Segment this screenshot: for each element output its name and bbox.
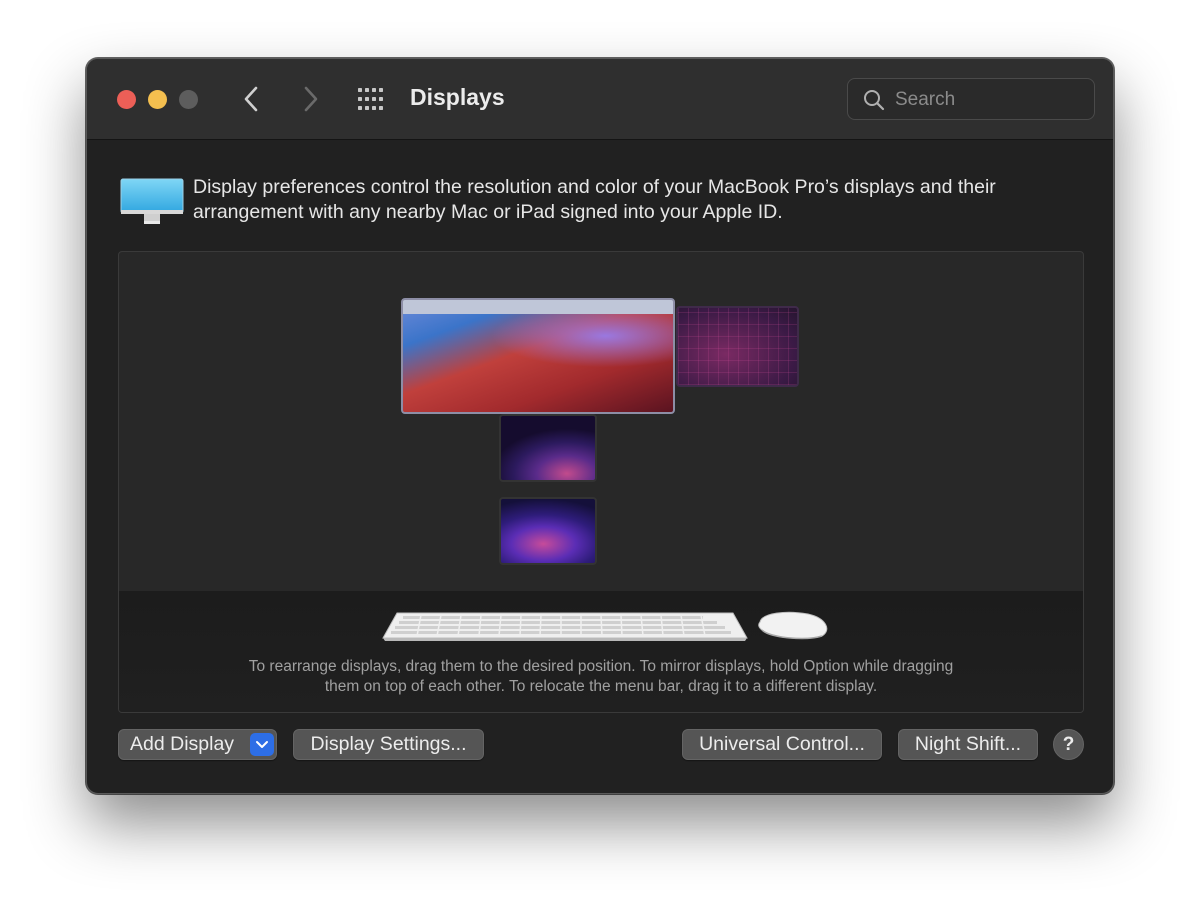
close-button[interactable] — [117, 90, 136, 109]
add-display-button[interactable]: Add Display — [118, 729, 277, 760]
main-display[interactable] — [401, 298, 675, 414]
night-shift-button[interactable]: Night Shift... — [898, 729, 1038, 760]
show-all-button[interactable] — [357, 87, 387, 111]
keyboard-icon — [382, 612, 748, 641]
add-display-label: Add Display — [130, 733, 235, 755]
search-input[interactable] — [893, 87, 1087, 113]
title-bar: Displays — [87, 59, 1113, 140]
show-all-grid-icon — [358, 88, 383, 110]
display-settings-button[interactable]: Display Settings... — [293, 729, 484, 760]
back-button[interactable] — [237, 83, 267, 115]
secondary-display[interactable] — [676, 306, 799, 387]
help-button[interactable]: ? — [1053, 729, 1084, 760]
universal-control-button[interactable]: Universal Control... — [682, 729, 882, 760]
instructions-line-2: them on top of each other. To relocate t… — [324, 678, 878, 695]
zoom-button[interactable] — [179, 90, 198, 109]
chevron-left-icon — [244, 86, 258, 112]
arrangement-instructions: To rearrange displays, drag them to the … — [119, 657, 1083, 697]
displays-window: Displays Display preferences control the… — [86, 58, 1114, 794]
chevron-down-icon — [256, 741, 268, 748]
chevron-right-icon — [304, 86, 318, 112]
mouse-icon — [758, 611, 828, 640]
ipad-display-1[interactable] — [499, 414, 597, 482]
search-icon — [864, 90, 885, 111]
info-description: Display preferences control the resoluti… — [193, 176, 996, 223]
minimize-button[interactable] — [148, 90, 167, 109]
display-monitor-icon — [120, 178, 184, 224]
instructions-line-1: To rearrange displays, drag them to the … — [248, 658, 954, 675]
display-arrangement-area[interactable]: To rearrange displays, drag them to the … — [118, 251, 1084, 713]
forward-button[interactable] — [295, 83, 325, 115]
ipad-display-2[interactable] — [499, 497, 597, 565]
window-title: Displays — [410, 84, 505, 110]
search-field[interactable] — [847, 78, 1095, 120]
add-display-dropdown[interactable] — [250, 733, 274, 756]
